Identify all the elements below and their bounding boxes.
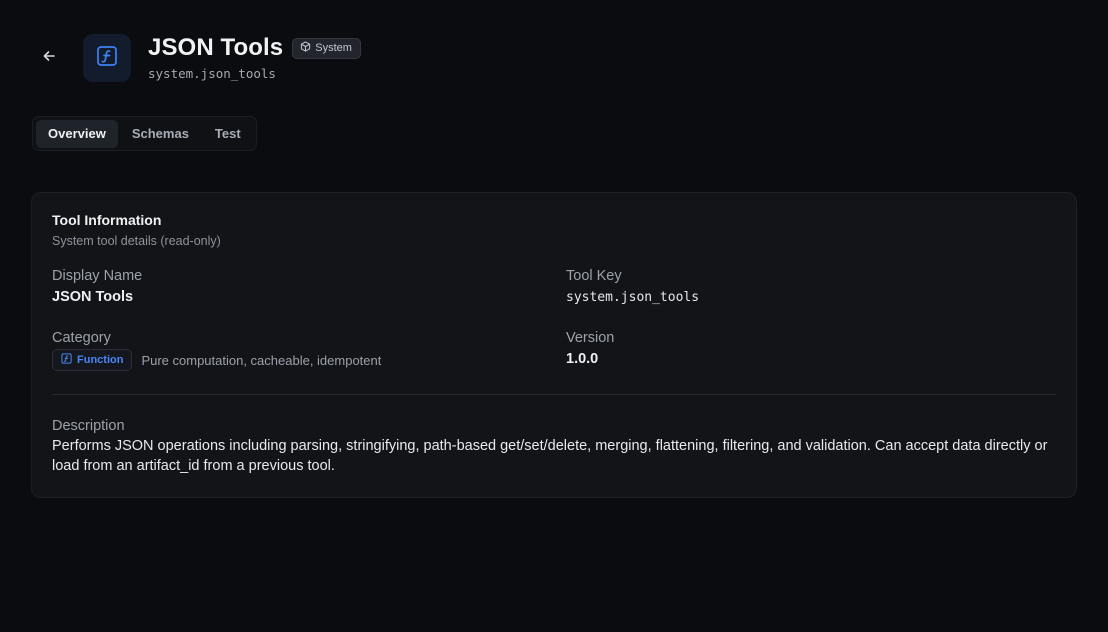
description-value: Performs JSON operations including parsi…: [52, 438, 1048, 474]
tool-key-label: Tool Key: [566, 268, 622, 284]
tool-detail-page: JSON Tools System system.json_tools Over…: [0, 0, 1108, 632]
tool-information-card: Tool Information System tool details (re…: [31, 192, 1077, 498]
package-icon: [300, 41, 311, 55]
category-label: Category: [52, 330, 111, 346]
back-button[interactable]: [36, 45, 62, 71]
display-name-label: Display Name: [52, 268, 143, 284]
card-subtitle: System tool details (read-only): [52, 234, 221, 248]
card-title: Tool Information: [52, 212, 162, 228]
function-badge: Function: [52, 349, 133, 371]
tab-schemas[interactable]: Schemas: [120, 120, 201, 148]
tab-test[interactable]: Test: [203, 120, 253, 148]
tool-key-subtitle: system.json_tools: [148, 66, 276, 81]
tab-overview[interactable]: Overview: [36, 119, 118, 148]
system-badge-label: System: [315, 42, 352, 54]
title-row: JSON Tools System: [148, 34, 361, 62]
version-value: 1.0.0: [566, 351, 599, 367]
divider: [52, 394, 1056, 395]
system-badge: System: [292, 37, 361, 59]
category-row: Function Pure computation, cacheable, id…: [52, 349, 381, 371]
display-name-value: JSON Tools: [52, 289, 134, 305]
arrow-left-icon: [42, 49, 56, 68]
function-icon: [96, 45, 118, 72]
version-label: Version: [566, 330, 615, 346]
tool-icon-tile: [83, 34, 131, 82]
page-title: JSON Tools: [148, 34, 284, 61]
tab-bar: Overview Schemas Test: [32, 116, 257, 151]
tool-key-value: system.json_tools: [566, 290, 700, 305]
function-badge-label: Function: [77, 354, 124, 366]
function-icon: [61, 353, 72, 367]
category-description: Pure computation, cacheable, idempotent: [141, 352, 382, 368]
description-label: Description: [52, 418, 125, 434]
